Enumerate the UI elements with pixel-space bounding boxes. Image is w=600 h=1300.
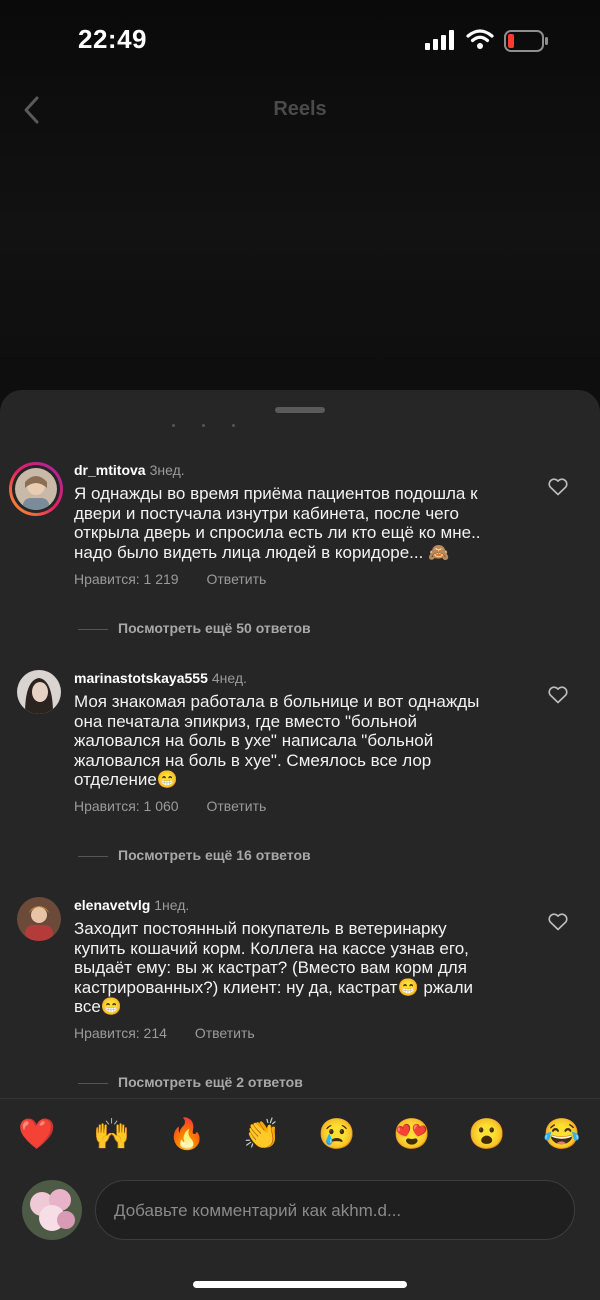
- heart-outline-icon[interactable]: [548, 478, 568, 496]
- comment-input[interactable]: [112, 1181, 556, 1241]
- emoji-raised-hands-button[interactable]: 🙌: [92, 1117, 132, 1153]
- comment-age: 1нед.: [154, 897, 190, 913]
- status-bar: 22:49: [0, 0, 600, 80]
- emoji-heart-button[interactable]: ❤️: [17, 1117, 57, 1153]
- avatar-photo: [17, 897, 61, 941]
- loading-dots: [172, 424, 242, 428]
- battery-low-icon: [504, 30, 548, 52]
- comment-text: Заходит постоянный покупатель в ветерина…: [74, 919, 474, 1017]
- like-count: Нравится: 1 060: [74, 798, 179, 814]
- emoji-laughing-button[interactable]: 😂: [542, 1117, 582, 1153]
- avatar-photo: [22, 1180, 82, 1240]
- emoji-surprised-button[interactable]: 😮: [467, 1117, 507, 1153]
- comment-input-field: [95, 1180, 575, 1241]
- comment-username[interactable]: dr_mtitova 3нед.: [74, 462, 185, 478]
- heart-outline-icon[interactable]: [548, 686, 568, 704]
- comment-age: 3нед.: [149, 462, 185, 478]
- heart-outline-icon[interactable]: [548, 913, 568, 931]
- wifi-icon: [466, 29, 494, 49]
- quick-emoji-bar: ❤️ 🙌 🔥 👏 😢 😍 😮 😂: [0, 1098, 600, 1175]
- like-count: Нравится: 1 219: [74, 571, 179, 587]
- emoji-heart-eyes-button[interactable]: 😍: [392, 1117, 432, 1153]
- comment-text: Моя знакомая работала в больнице и вот о…: [74, 692, 480, 790]
- view-more-replies-button[interactable]: Посмотреть ещё 50 ответов: [78, 620, 311, 636]
- status-time: 22:49: [78, 24, 147, 54]
- reply-button[interactable]: Ответить: [206, 798, 266, 814]
- comment-meta: Нравится: 1 219 Ответить: [74, 571, 290, 587]
- emoji-crying-button[interactable]: 😢: [317, 1117, 357, 1153]
- reply-button[interactable]: Ответить: [206, 571, 266, 587]
- avatar[interactable]: [17, 670, 61, 714]
- avatar[interactable]: [9, 462, 63, 516]
- emoji-clap-button[interactable]: 👏: [242, 1117, 282, 1153]
- avatar-photo: [15, 468, 57, 510]
- signal-icon: [425, 30, 454, 50]
- reels-header: Reels: [0, 88, 600, 132]
- view-more-replies-button[interactable]: Посмотреть ещё 16 ответов: [78, 847, 311, 863]
- home-indicator[interactable]: [193, 1281, 407, 1288]
- like-count: Нравится: 214: [74, 1025, 167, 1041]
- comment-meta: Нравится: 214 Ответить: [74, 1025, 279, 1041]
- page-title: Reels: [273, 98, 327, 120]
- reply-button[interactable]: Ответить: [195, 1025, 255, 1041]
- avatar: [22, 1180, 82, 1240]
- comment-text: Я однажды во время приёма пациентов подо…: [74, 484, 481, 562]
- view-more-replies-button[interactable]: Посмотреть ещё 2 ответов: [78, 1074, 303, 1090]
- comment-age: 4нед.: [211, 670, 247, 686]
- avatar-photo: [17, 670, 61, 714]
- emoji-fire-button[interactable]: 🔥: [167, 1117, 207, 1153]
- comment-username[interactable]: elenavetvlg 1нед.: [74, 897, 189, 913]
- comment-username[interactable]: marinastotskaya555 4нед.: [74, 670, 247, 686]
- avatar[interactable]: [17, 897, 61, 941]
- comment-meta: Нравится: 1 060 Ответить: [74, 798, 290, 814]
- sheet-drag-handle[interactable]: [275, 407, 325, 413]
